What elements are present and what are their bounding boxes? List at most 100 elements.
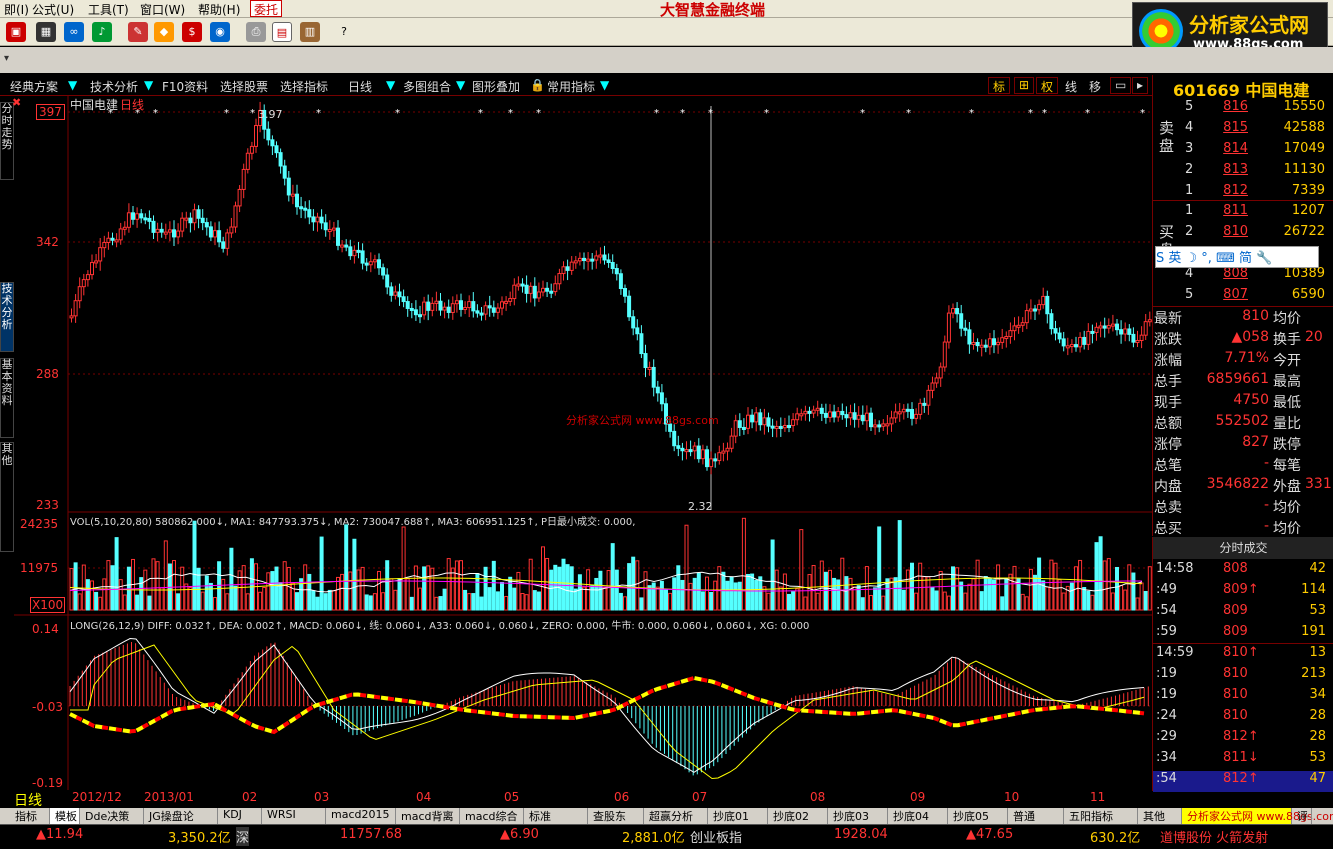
dropdown-icon[interactable]: ▼ [68, 78, 77, 92]
menu-overlay[interactable]: 图形叠加 [472, 78, 520, 95]
dropdown-arrow-icon[interactable]: ▾ [4, 53, 9, 64]
tab-other[interactable]: 其他 [0, 442, 14, 552]
globe-icon[interactable]: ◉ [210, 22, 230, 42]
indicator-tab[interactable]: 其他 [1138, 808, 1182, 824]
tick-row[interactable]: :54 809 53 [1153, 603, 1333, 624]
mark-button[interactable]: 标 [988, 77, 1011, 94]
tab-intraday[interactable]: 分时走势 [0, 102, 14, 180]
tick-time: :59 [1156, 624, 1177, 639]
tick-row[interactable]: :19 810 213 [1153, 666, 1333, 687]
news-ticker[interactable]: 道博股份 火箭发射 [1160, 827, 1330, 846]
crosshair-button[interactable]: ⊞ [1014, 77, 1035, 94]
menu-item-1[interactable]: 即(I) [4, 1, 29, 18]
tick-row[interactable]: :59 809 191 [1153, 624, 1333, 645]
indicator-tab[interactable]: WRSI [262, 808, 326, 824]
index-name-sz[interactable]: 深 [236, 827, 250, 846]
line-button[interactable]: 线 [1060, 77, 1083, 94]
candle-body [1110, 323, 1115, 327]
buy-level-row[interactable]: 2 810 26722 [1153, 224, 1333, 245]
menu-common-indicators[interactable]: 常用指标 [547, 78, 595, 95]
dropdown-icon[interactable]: ▼ [386, 78, 395, 92]
indicator-tab[interactable]: 查股东 [588, 808, 644, 824]
menu-tools[interactable]: 工具(T) [88, 1, 129, 18]
menu-formula[interactable]: 公式(U) [32, 1, 74, 18]
monitor-icon[interactable]: ▣ [6, 22, 26, 42]
chart-area[interactable]: * * * * * * * * * * * * * * * * * * * * * [14, 96, 1152, 808]
indicator-tab[interactable]: 评 [1292, 808, 1312, 824]
books-icon[interactable]: ▥ [300, 22, 320, 42]
tick-row[interactable]: 14:58 808 42 [1153, 561, 1333, 582]
window-icon[interactable]: ▤ [272, 22, 292, 42]
fund-icon[interactable]: $ [182, 22, 202, 42]
candle-body [942, 341, 947, 368]
indicator-tab[interactable]: 指标 [10, 808, 50, 824]
indicator-tab[interactable]: 超赢分析 [644, 808, 708, 824]
indicator-tab[interactable]: 分析家公式网 www.88gs.com [1182, 808, 1333, 824]
next-icon[interactable]: ▸ [1132, 77, 1149, 94]
sell-level-row[interactable]: 4 815 42588 [1153, 120, 1333, 141]
indicator-tab[interactable]: macd背离 [396, 808, 460, 824]
lock-icon[interactable]: 🔒 [530, 78, 545, 92]
indicator-tab[interactable]: macd综合 [460, 808, 524, 824]
indicator-tab[interactable]: 抄底02 [768, 808, 828, 824]
buy-level-row[interactable]: 5 807 6590 [1153, 287, 1333, 308]
alarm-icon[interactable]: ♪ [92, 22, 112, 42]
sell-level-row[interactable]: 2 813 11130 [1153, 162, 1333, 183]
volume-bar [746, 573, 750, 611]
indicator-tab[interactable]: macd2015 [326, 808, 396, 824]
menu-select-indicator[interactable]: 选择指标 [280, 78, 328, 95]
indicator-tab[interactable]: 普通 [1008, 808, 1064, 824]
buy-level-row[interactable]: 4 808 10389 [1153, 266, 1333, 287]
index-name-gem[interactable]: 创业板指 [690, 827, 742, 846]
entrust-button[interactable]: 委托 [250, 0, 283, 17]
menu-multi-chart[interactable]: 多图组合 [403, 78, 451, 95]
menu-help[interactable]: 帮助(H) [198, 1, 240, 18]
tick-header[interactable]: 分时成交 [1153, 537, 1333, 559]
indicator-tab[interactable]: 抄底01 [708, 808, 768, 824]
tick-row[interactable]: 14:59 810↑ 13 [1153, 645, 1333, 666]
indicator-tab[interactable]: Dde决策 [80, 808, 144, 824]
menu-select-stock[interactable]: 选择股票 [220, 78, 268, 95]
sell-level-row[interactable]: 3 814 17049 [1153, 141, 1333, 162]
close-chart-icon[interactable]: ✖ [12, 96, 21, 109]
edit-icon[interactable]: ✎ [128, 22, 148, 42]
maximize-icon[interactable]: ▭ [1110, 77, 1132, 94]
tick-row[interactable]: :19 810 34 [1153, 687, 1333, 708]
dropdown-icon[interactable]: ▼ [456, 78, 465, 92]
move-button[interactable]: 移 [1084, 77, 1107, 94]
grid-icon[interactable]: ▦ [36, 22, 56, 42]
indicator-tab[interactable]: 模板 [50, 808, 80, 824]
indicator-tab[interactable]: 抄底04 [888, 808, 948, 824]
sell-level-row[interactable]: 5 816 15550 [1153, 99, 1333, 120]
tab-tech-analysis[interactable]: 技术分析 [0, 282, 14, 352]
candle-body [1090, 330, 1095, 334]
dropdown-icon[interactable]: ▼ [144, 78, 153, 92]
menu-daily[interactable]: 日线 [348, 78, 372, 95]
tick-row[interactable]: :49 809↑ 114 [1153, 582, 1333, 603]
menu-f10[interactable]: F10资料 [162, 78, 208, 95]
indicator-tab[interactable]: 抄底05 [948, 808, 1008, 824]
diamond-icon[interactable]: ◆ [154, 22, 174, 42]
indicator-tab[interactable]: JG操盘论 [144, 808, 218, 824]
tick-row[interactable]: :29 812↑ 28 [1153, 729, 1333, 750]
rights-button[interactable]: 权 [1036, 77, 1059, 94]
tick-row[interactable]: :54 812↑ 47 [1153, 771, 1333, 792]
menu-window[interactable]: 窗口(W) [140, 1, 185, 18]
tab-fundamentals[interactable]: 基本资料 [0, 358, 14, 438]
indicator-tab[interactable]: KDJ [218, 808, 262, 824]
price-axis-3: 288 [36, 367, 59, 381]
binoculars-icon[interactable]: ∞ [64, 22, 84, 42]
tick-row[interactable]: :34 811↓ 53 [1153, 750, 1333, 771]
indicator-tab[interactable]: 五阳指标 [1064, 808, 1138, 824]
print-icon[interactable]: ⎙ [246, 22, 266, 42]
period-tab[interactable]: 日线 [14, 790, 42, 810]
menu-classic-scheme[interactable]: 经典方案 [10, 78, 58, 95]
indicator-tab[interactable]: 标准 [524, 808, 588, 824]
menu-tech-analysis[interactable]: 技术分析 [90, 78, 138, 95]
help-pointer-icon[interactable]: ? [334, 22, 354, 42]
indicator-tab[interactable]: 抄底03 [828, 808, 888, 824]
dropdown-icon[interactable]: ▼ [600, 78, 609, 92]
buy-level-row[interactable]: 1 811 1207 [1153, 203, 1333, 224]
tick-row[interactable]: :24 810 28 [1153, 708, 1333, 729]
ime-toolbar[interactable]: S 英 ☽ °, ⌨ 简 🔧 [1155, 246, 1319, 268]
